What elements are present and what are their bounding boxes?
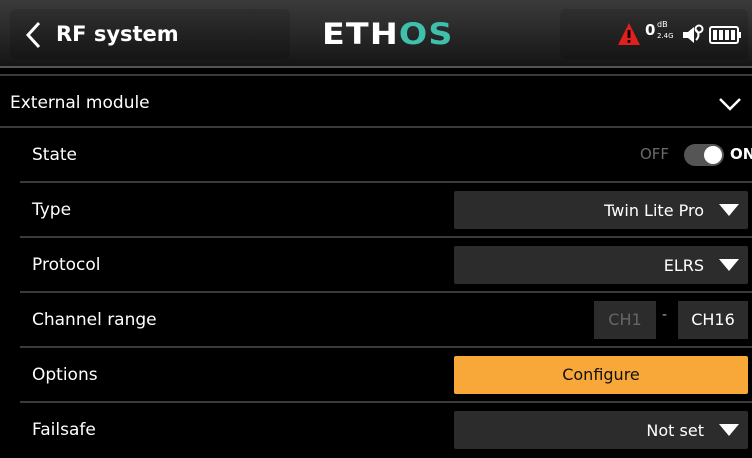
row-state: State OFF ON — [20, 128, 752, 183]
chevron-down-icon[interactable] — [718, 96, 742, 112]
warning-triangle-icon — [618, 23, 640, 45]
channel-to-field[interactable]: CH16 — [678, 301, 748, 339]
back-icon[interactable] — [24, 20, 44, 50]
logo-accent: OS — [398, 17, 454, 51]
ethos-logo: ETHOS — [322, 17, 454, 51]
toggle-off-label: OFF — [640, 145, 670, 163]
toggle-on-label: ON — [730, 145, 752, 163]
channel-separator: - — [662, 307, 668, 323]
section-title: External module — [10, 93, 150, 113]
rssi-unit: dB — [657, 20, 668, 29]
page-title: RF system — [56, 22, 179, 46]
protocol-label: Protocol — [32, 255, 101, 275]
state-label: State — [32, 145, 77, 165]
type-dropdown[interactable]: Twin Lite Pro — [454, 191, 748, 229]
row-options: Options Configure — [20, 348, 752, 403]
row-protocol: Protocol ELRS — [20, 238, 752, 293]
battery-icon — [709, 26, 741, 44]
dropdown-arrow-icon — [719, 204, 739, 216]
failsafe-value: Not set — [646, 421, 704, 440]
channel-from-field[interactable]: CH1 — [594, 301, 656, 339]
dropdown-arrow-icon — [719, 424, 739, 436]
row-type: Type Twin Lite Pro — [20, 183, 752, 238]
type-label: Type — [32, 200, 72, 220]
type-value: Twin Lite Pro — [604, 201, 704, 220]
failsafe-dropdown[interactable]: Not set — [454, 411, 748, 449]
row-channel-range: Channel range CH1 - CH16 — [20, 293, 752, 348]
rssi-band: 2.4G — [657, 32, 674, 40]
logo-main: ETH — [322, 17, 399, 51]
protocol-dropdown[interactable]: ELRS — [454, 246, 748, 284]
speaker-icon — [683, 24, 704, 43]
failsafe-label: Failsafe — [32, 420, 96, 440]
channel-range-label: Channel range — [32, 310, 157, 330]
row-failsafe: Failsafe Not set — [20, 403, 752, 458]
top-bar: RF system ETHOS 0 dB 2.4G — [0, 0, 752, 68]
options-label: Options — [32, 365, 98, 385]
toggle-knob — [704, 146, 722, 164]
configure-button[interactable]: Configure — [454, 356, 748, 394]
dropdown-arrow-icon — [719, 259, 739, 271]
section-external-module[interactable]: External module — [0, 74, 752, 128]
rssi-value: 0 — [645, 21, 656, 39]
protocol-value: ELRS — [663, 256, 704, 275]
state-toggle[interactable] — [684, 144, 724, 166]
